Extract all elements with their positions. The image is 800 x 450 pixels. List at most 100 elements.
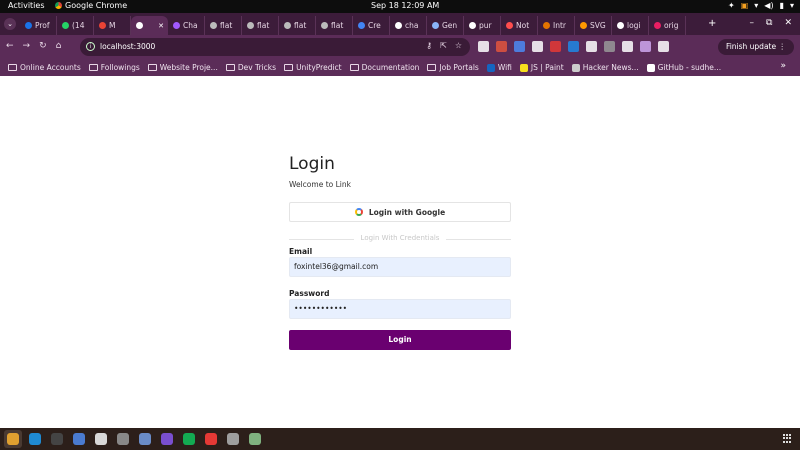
bookmark-item[interactable]: GitHub - sudhe... [646,63,721,72]
docs-dock-icon[interactable] [70,430,88,448]
restore-icon[interactable]: ⧉ [766,18,772,28]
browser-tab[interactable]: M [94,16,131,35]
bookmark-item[interactable]: JS | Paint [519,63,564,72]
extension-icon[interactable] [514,41,525,52]
taskbar-dock [0,428,800,450]
chrome-icon [55,2,62,9]
reload-icon[interactable]: ↻ [39,41,47,51]
email-field[interactable]: foxintel36@gmail.com [289,257,511,277]
browser-tab[interactable]: flat [316,16,353,35]
extension-icon[interactable] [658,41,669,52]
browser-tab[interactable]: cha [390,16,427,35]
browser-tab[interactable]: flat [242,16,279,35]
clock[interactable]: Sep 18 12:09 AM [371,1,439,10]
docs-icon [73,433,85,445]
activities-button[interactable]: Activities [8,1,45,10]
close-icon[interactable]: ✕ [784,18,792,28]
browser-tab[interactable]: SVG [575,16,612,35]
files-dock-icon[interactable] [136,430,154,448]
github-icon [161,433,173,445]
browser-tab[interactable]: (14 [57,16,94,35]
login-with-google-button[interactable]: Login with Google [289,202,511,222]
bookmark-item[interactable]: Website Proje... [147,63,218,72]
bookmark-item[interactable]: Dev Tricks [225,63,276,72]
browser-tab[interactable]: Intr [538,16,575,35]
tab-favicon-icon [136,22,143,29]
github-dock-icon[interactable] [158,430,176,448]
extension-icon[interactable] [622,41,633,52]
home-icon[interactable]: ⌂ [56,41,62,51]
extension-icons [478,41,669,52]
bookmark-item[interactable]: UnityPredict [284,63,342,72]
accessibility-icon[interactable]: ✦ [728,1,735,10]
bookmark-item[interactable]: Documentation [349,63,419,72]
show-apps-icon[interactable] [783,434,792,443]
browser-tab[interactable]: orig [649,16,686,35]
forward-arrow-icon[interactable]: → [23,41,31,51]
bookmark-item[interactable]: Job Portals [427,63,479,72]
bookmark-item[interactable]: Online Accounts [8,63,81,72]
browser-tab[interactable]: flat [205,16,242,35]
mongodb-dock-icon[interactable] [180,430,198,448]
trash-dock-icon[interactable] [246,430,264,448]
tab-search-button[interactable]: ⌄ [4,18,16,30]
tab-close-icon[interactable]: ✕ [158,22,164,30]
system-tray[interactable]: ✦ ▣ ▾ ◀) ▮ ▾ [728,1,794,10]
password-field[interactable]: •••••••••••• [289,299,511,319]
tab-label: Cha [183,21,198,30]
browser-tab[interactable]: Gen [427,16,464,35]
bookmark-item[interactable]: Followings [88,63,140,72]
extension-icon[interactable] [496,41,507,52]
browser-tab[interactable]: Not [501,16,538,35]
disk-icon [227,433,239,445]
tab-favicon-icon [617,22,624,29]
tab-favicon-icon [469,22,476,29]
browser-tab[interactable]: Cha [168,16,205,35]
url-text[interactable]: localhost:3000 [100,42,155,51]
app-menu[interactable]: Google Chrome [55,1,127,10]
chrome-dock-icon[interactable] [4,430,22,448]
bookmark-star-icon[interactable]: ☆ [455,41,462,50]
folder-icon [147,64,157,71]
new-tab-button[interactable]: + [708,18,716,29]
files-icon [139,433,151,445]
browser-tab[interactable]: logi [612,16,649,35]
browser-tab[interactable]: pur [464,16,501,35]
extension-icon[interactable] [586,41,597,52]
credentials-divider: Login With Credentials [289,234,511,244]
extension-icon[interactable] [640,41,651,52]
power-icon[interactable]: ▾ [790,1,794,10]
tab-label: (14 [72,21,85,30]
login-submit-button[interactable]: Login [289,330,511,350]
bookmark-item[interactable]: Wifi [486,63,512,72]
browser-tab[interactable]: flat [279,16,316,35]
indicator-icon[interactable]: ▣ [741,1,749,10]
address-bar[interactable]: i localhost:3000 ⚷ ⇱ ☆ [80,38,470,56]
finish-update-button[interactable]: Finish update ⋮ [717,39,794,55]
wifi-icon[interactable]: ▾ [754,1,758,10]
minimize-icon[interactable]: – [750,18,755,28]
site-info-icon[interactable]: i [86,42,95,51]
terminal-dock-icon[interactable] [48,430,66,448]
extension-icon[interactable] [568,41,579,52]
open-in-icon[interactable]: ⇱ [440,41,447,50]
inkscape-dock-icon[interactable] [114,430,132,448]
extension-icon[interactable] [550,41,561,52]
more-menu-icon[interactable]: ⋮ [779,42,787,51]
password-key-icon[interactable]: ⚷ [426,41,432,50]
browser-tab[interactable]: Cre [353,16,390,35]
browser-tab[interactable]: Prof [20,16,57,35]
bookmark-item[interactable]: Hacker News... [571,63,639,72]
disk-dock-icon[interactable] [224,430,242,448]
volume-icon[interactable]: ◀) [764,1,773,10]
vscode-dock-icon[interactable] [26,430,44,448]
browser-tab[interactable]: ✕ [131,16,168,35]
extension-icon[interactable] [532,41,543,52]
extension-icon[interactable] [604,41,615,52]
battery-icon[interactable]: ▮ [780,1,784,10]
extension-icon[interactable] [478,41,489,52]
alert-dock-icon[interactable] [202,430,220,448]
bookmarks-overflow-icon[interactable]: » [780,61,786,71]
text-editor-dock-icon[interactable] [92,430,110,448]
back-arrow-icon[interactable]: ← [6,41,14,51]
